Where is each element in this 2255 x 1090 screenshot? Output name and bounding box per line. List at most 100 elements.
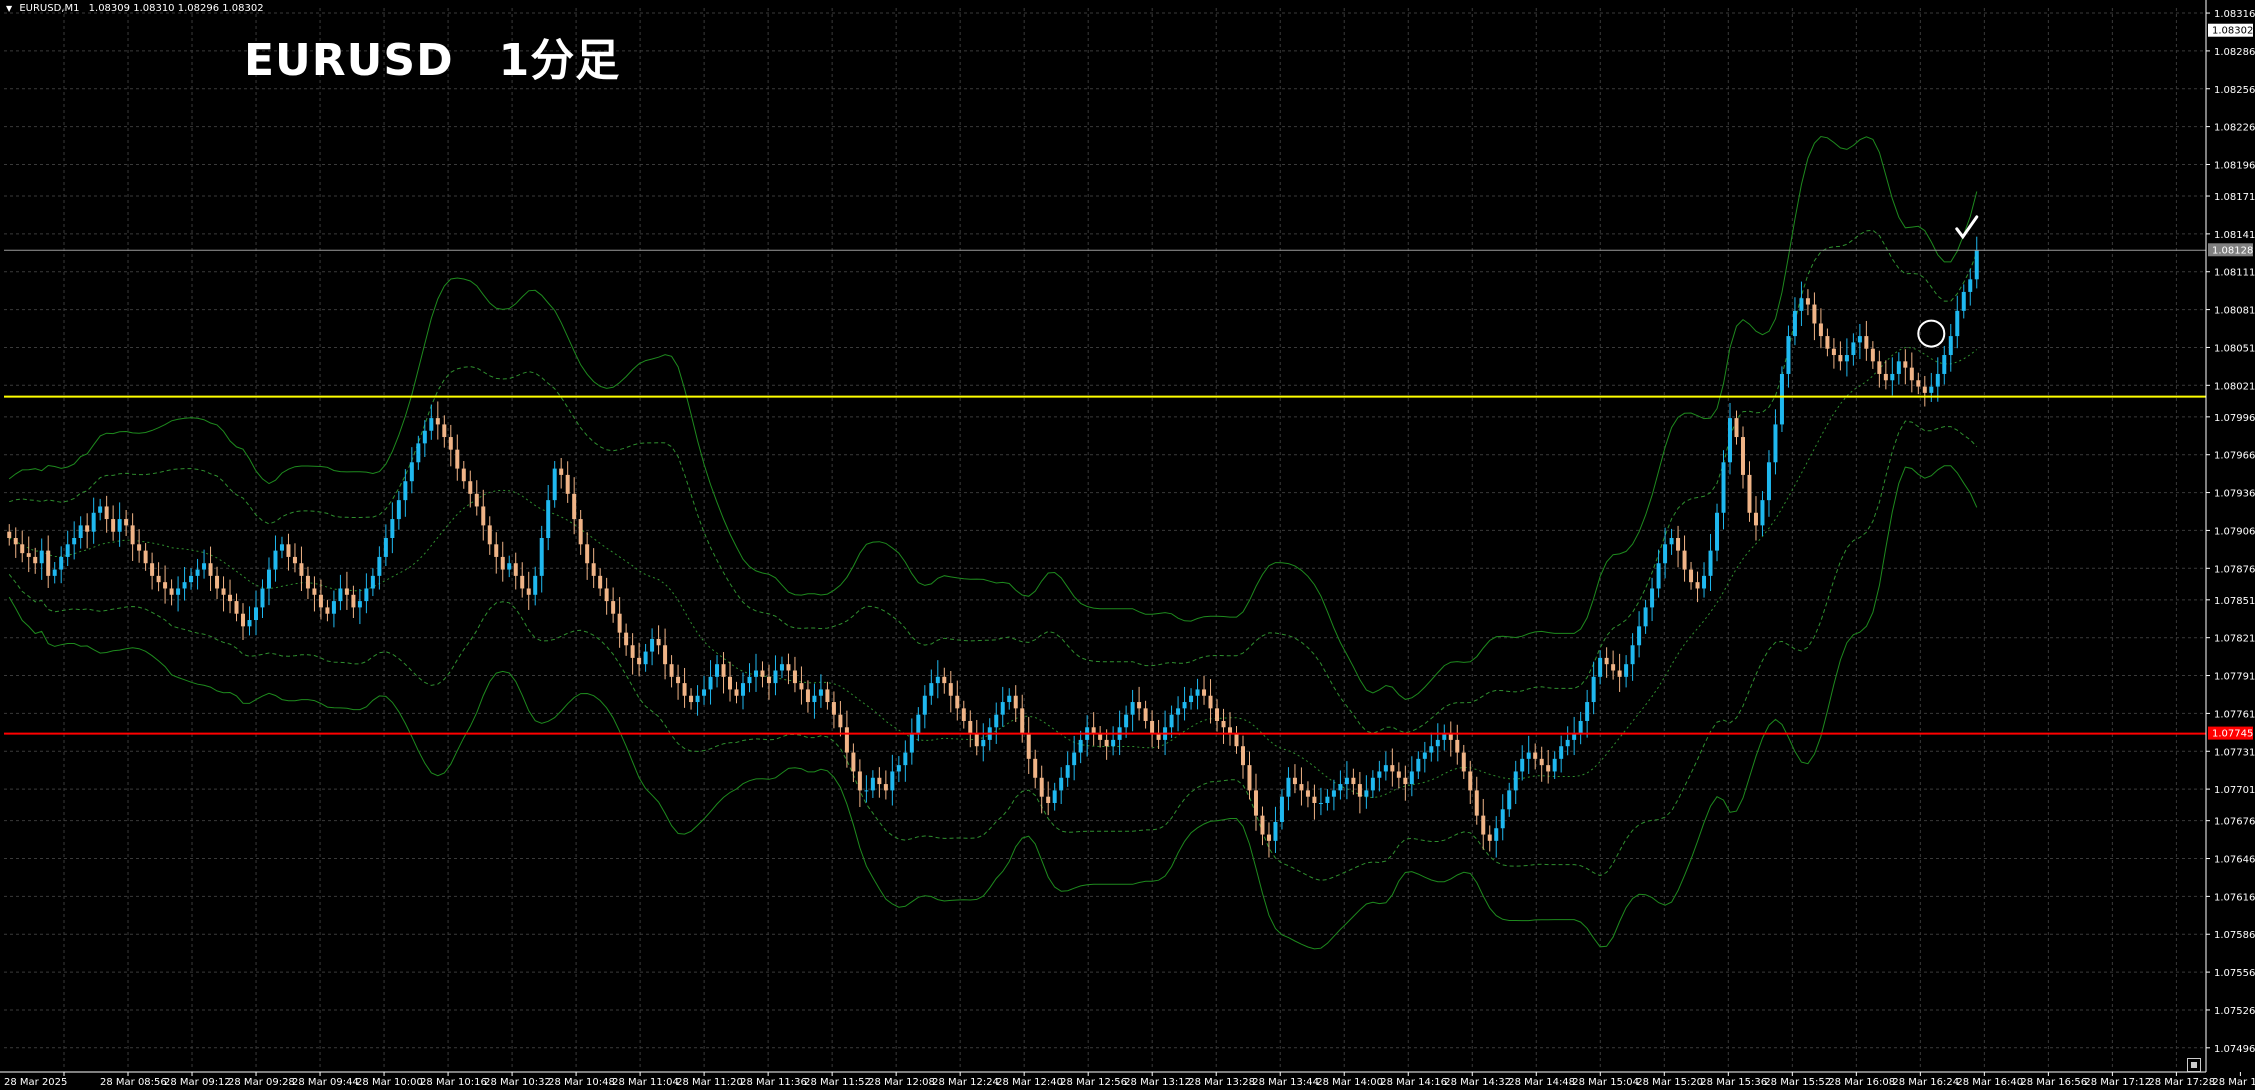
candle-body: [1176, 708, 1181, 715]
candle-body: [591, 563, 596, 576]
price-tick-label: 1.08021: [2214, 381, 2255, 392]
candle-body: [247, 620, 252, 627]
price-marker-label: 1.08302: [2212, 26, 2253, 37]
time-tick-label: 28 Mar 12:08: [868, 1077, 935, 1088]
candle-body: [189, 575, 194, 583]
candle-body: [215, 575, 220, 589]
time-tick-label: 28 Mar 2025: [4, 1077, 67, 1088]
candle-body: [7, 531, 12, 538]
candle-body: [1416, 758, 1421, 772]
candle-body: [1331, 790, 1336, 797]
candle-body: [994, 714, 999, 728]
candle-body: [46, 550, 51, 576]
candle-body: [1409, 771, 1414, 785]
candle-body: [253, 607, 258, 621]
price-tick-label: 1.07496: [2214, 1044, 2255, 1055]
candle-body: [364, 588, 369, 602]
candle-body: [1942, 355, 1947, 374]
candle-body: [818, 689, 823, 696]
candle-body: [526, 588, 531, 595]
time-tick-label: 28 Mar 16:24: [1892, 1077, 1959, 1088]
price-tick-label: 1.08256: [2214, 85, 2255, 96]
candle-body: [1805, 298, 1810, 305]
candle-body: [403, 481, 408, 501]
candle-body: [1857, 336, 1862, 343]
candle-body: [1974, 250, 1979, 280]
candle-body: [1903, 361, 1908, 368]
candle-body: [1182, 702, 1187, 709]
candle-body: [890, 771, 895, 791]
candle-body: [955, 695, 960, 709]
candle-body: [1494, 828, 1499, 841]
candle-body: [883, 784, 888, 791]
candle-body: [656, 638, 661, 646]
candle-body: [1403, 777, 1408, 785]
candle-body: [1318, 803, 1323, 804]
candle-body: [676, 676, 681, 684]
candle-body: [377, 556, 382, 576]
price-tick-label: 1.07851: [2214, 596, 2255, 607]
candle-body: [1292, 777, 1297, 785]
candle-body: [1033, 758, 1038, 778]
candle-body: [851, 752, 856, 772]
candle-body: [981, 739, 986, 747]
price-tick-label: 1.07936: [2214, 489, 2255, 500]
candle-body: [1637, 626, 1642, 646]
candle-body: [1026, 733, 1031, 759]
price-chart[interactable]: 1.08316 1.08286 1.08256 1.08226 1.08196 1.081…: [0, 0, 2255, 1090]
candle-body: [1624, 664, 1629, 677]
candle-body: [844, 727, 849, 753]
candle-body: [1929, 386, 1934, 393]
time-tick-label: 28 Mar 15:20: [1636, 1077, 1703, 1088]
candle-body: [1370, 777, 1375, 791]
time-tick-label: 28 Mar 13:12: [1124, 1077, 1191, 1088]
candle-body: [1143, 708, 1148, 721]
candle-body: [1507, 790, 1512, 810]
time-tick-label: 28 Mar 12:56: [1060, 1077, 1127, 1088]
candle-body: [546, 500, 551, 538]
candle-body: [1396, 771, 1401, 778]
time-tick-label: 28 Mar 09:44: [292, 1077, 359, 1088]
candle-body: [461, 468, 466, 482]
candle-body: [1695, 582, 1700, 589]
candle-body: [598, 575, 603, 589]
candle-body: [1111, 739, 1116, 747]
candle-body: [689, 695, 694, 703]
candle-body: [1734, 418, 1739, 438]
chart-header: ▼ EURUSD,M1 1.08309 1.08310 1.08296 1.08…: [6, 3, 264, 14]
candle-body: [1234, 733, 1239, 747]
candle-body: [695, 695, 700, 703]
candle-body: [766, 676, 771, 684]
time-tick-label: 28 Mar 16:08: [1828, 1077, 1895, 1088]
candle-body: [1663, 544, 1668, 564]
candle-body: [26, 553, 31, 557]
candle-body: [91, 512, 96, 532]
candle-body: [52, 569, 57, 576]
candle-body: [1968, 279, 1973, 292]
time-tick-label: 28 Mar 10:32: [484, 1077, 551, 1088]
candle-body: [318, 594, 323, 608]
collapse-triangle-icon[interactable]: ▼: [6, 4, 12, 13]
candle-body: [1357, 784, 1362, 797]
time-tick-label: 28 Mar 10:00: [356, 1077, 423, 1088]
candle-body: [1552, 758, 1557, 772]
candle-body: [1364, 790, 1369, 797]
candle-body: [715, 664, 720, 677]
candle-body: [1312, 796, 1317, 803]
candle-body: [78, 525, 83, 538]
candle-body: [1740, 437, 1745, 475]
price-tick-label: 1.08141: [2214, 230, 2255, 241]
autoscroll-icon[interactable]: [2187, 1058, 2201, 1072]
candle-body: [1578, 720, 1583, 734]
candle-body: [1961, 291, 1966, 311]
candle-body: [1526, 752, 1531, 759]
candle-body: [1202, 689, 1207, 696]
candle-body: [325, 607, 330, 614]
candle-body: [1007, 695, 1012, 703]
candle-body: [266, 569, 271, 589]
candle-body: [552, 468, 557, 501]
candle-body: [1896, 361, 1901, 374]
candle-body: [1215, 708, 1220, 721]
candle-body: [1260, 815, 1265, 835]
candle-body: [1279, 796, 1284, 822]
